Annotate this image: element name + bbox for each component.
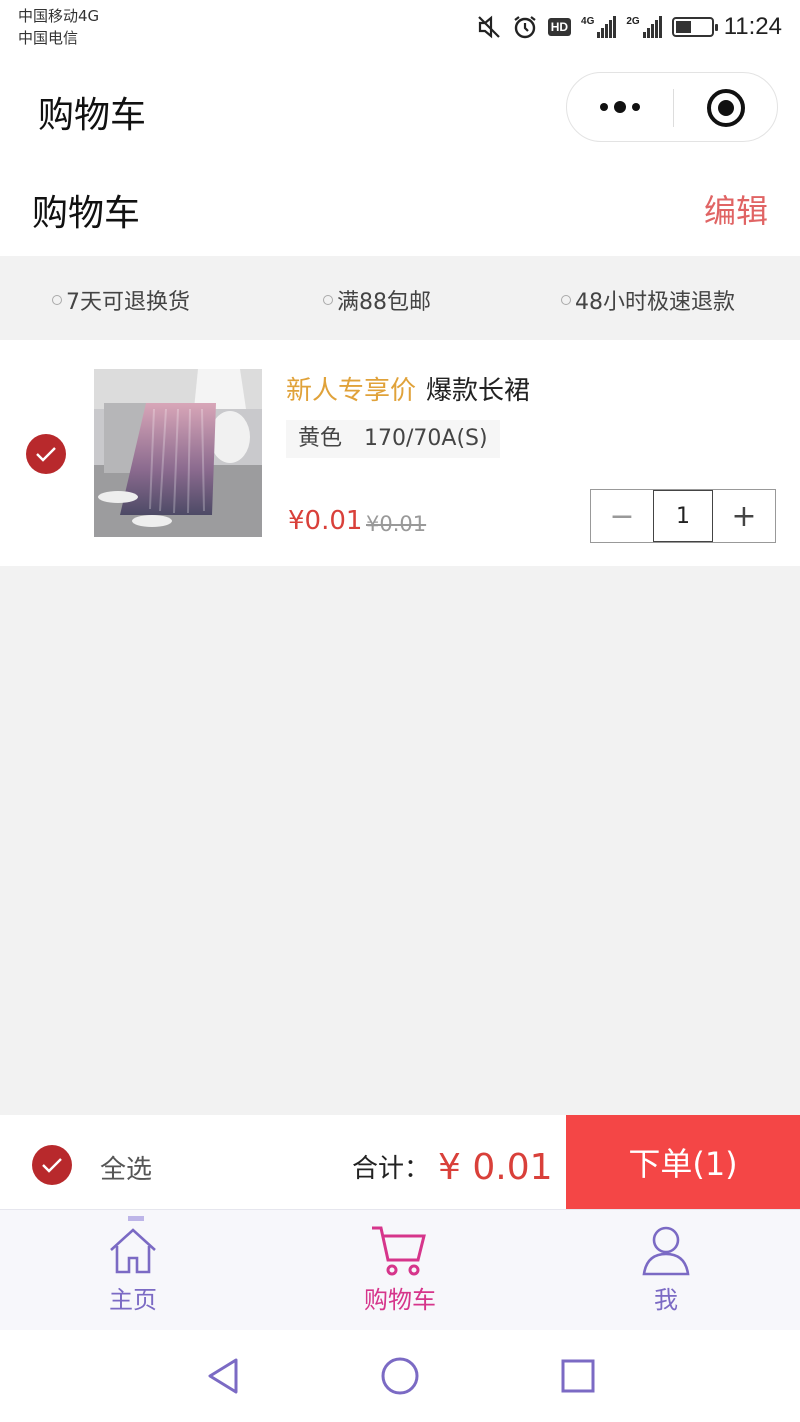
close-mini-program-button[interactable]: [707, 89, 745, 127]
clock: 11:24: [723, 13, 782, 40]
tab-home[interactable]: 主页: [33, 1210, 233, 1331]
spec-size: 170/70A(S): [364, 426, 488, 451]
bullet-icon: [52, 295, 62, 305]
carrier-1: 中国移动4G: [18, 7, 100, 25]
carrier-2: 中国电信: [18, 29, 79, 47]
tab-home-label: 主页: [109, 1286, 157, 1314]
system-navigation-bar: [0, 1330, 800, 1422]
bullet-icon: [561, 295, 571, 305]
tab-bar: 主页 购物车 我: [0, 1209, 800, 1330]
carrier-info: 中国移动4G 中国电信: [18, 5, 99, 49]
cart-item: 新人专享价 爆款长裙 黄色 170/70A(S) ¥0.01 ¥0.01 − 1 +: [0, 340, 800, 566]
capsule-divider: [673, 89, 674, 127]
more-dot-icon: [632, 103, 640, 111]
user-icon: [642, 1226, 690, 1276]
cart-icon: [372, 1226, 426, 1276]
battery-icon: [671, 17, 718, 37]
increase-quantity-button[interactable]: +: [713, 490, 775, 542]
cart-header: 购物车 编辑: [0, 160, 800, 256]
current-price: ¥0.01: [288, 506, 363, 536]
service-item: 满88包邮: [323, 284, 431, 316]
signal-icon-sim2: 2G: [626, 16, 662, 38]
service-item: 7天可退换货: [52, 284, 190, 316]
quantity-stepper: − 1 +: [590, 489, 776, 543]
check-icon: [42, 1158, 62, 1173]
tab-cart[interactable]: 购物车: [300, 1210, 500, 1331]
item-select-checkbox[interactable]: [26, 434, 66, 474]
tab-me[interactable]: 我: [566, 1210, 766, 1331]
alarm-icon: [514, 16, 536, 39]
check-icon: [36, 447, 56, 462]
service-item: 48小时极速退款: [561, 284, 735, 316]
home-nav-icon[interactable]: [380, 1356, 420, 1396]
product-image[interactable]: [94, 369, 262, 537]
product-spec[interactable]: 黄色 170/70A(S): [286, 420, 500, 458]
recents-icon[interactable]: [560, 1356, 596, 1396]
bullet-icon: [323, 295, 333, 305]
checkout-bar: 全选 合计： ¥ 0.01 下单(1): [0, 1115, 800, 1209]
signal-icon-sim1: 4G: [581, 16, 617, 38]
total-price: 合计： ¥ 0.01: [352, 1145, 553, 1188]
tab-me-label: 我: [654, 1286, 678, 1314]
promo-tag: 新人专享价: [286, 376, 417, 406]
quantity-value[interactable]: 1: [653, 490, 713, 542]
mute-icon: [477, 15, 500, 39]
decrease-quantity-button[interactable]: −: [591, 490, 653, 542]
original-price: ¥0.01: [366, 512, 427, 536]
product-title[interactable]: 新人专享价 爆款长裙: [286, 370, 530, 407]
home-icon: [110, 1228, 156, 1274]
more-dot-icon: [614, 101, 626, 113]
select-all-label[interactable]: 全选: [100, 1149, 152, 1186]
navbar-title: 购物车: [38, 95, 147, 136]
back-icon[interactable]: [204, 1356, 240, 1396]
hd-icon: HD: [547, 18, 572, 36]
status-bar: 中国移动4G 中国电信 HD 4G 2G 11:24: [0, 0, 800, 56]
total-amount: ¥ 0.01: [438, 1147, 553, 1188]
page-title: 购物车: [32, 193, 141, 234]
edit-button[interactable]: 编辑: [704, 186, 768, 232]
more-button[interactable]: [567, 73, 673, 141]
place-order-button[interactable]: 下单(1): [566, 1115, 800, 1209]
total-label: 合计：: [352, 1154, 431, 1184]
service-guarantees: 7天可退换货 满88包邮 48小时极速退款: [0, 256, 800, 340]
select-all-checkbox[interactable]: [32, 1145, 72, 1185]
mini-program-navbar: 购物车: [0, 56, 800, 160]
capsule-menu: [566, 72, 778, 142]
more-dot-icon: [600, 103, 608, 111]
tab-indicator: [128, 1216, 144, 1221]
spec-color: 黄色: [298, 426, 343, 451]
product-name: 爆款长裙: [426, 376, 531, 406]
tab-cart-label: 购物车: [364, 1286, 436, 1314]
status-icons: HD 4G 2G 11:24: [476, 10, 782, 44]
